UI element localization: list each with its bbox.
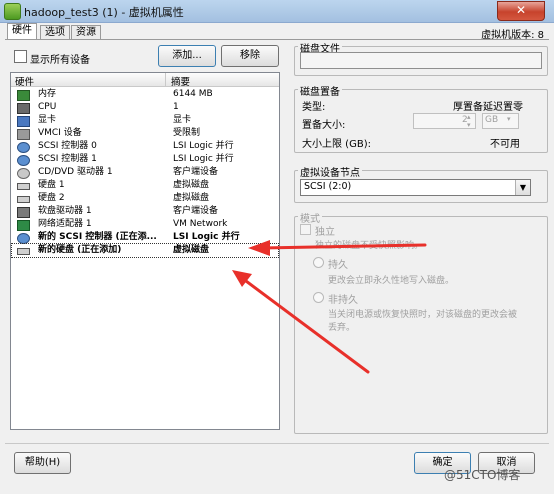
annotation-arrows — [232, 240, 427, 374]
arrow-line-upper — [260, 243, 427, 250]
arrow-line-lower — [240, 276, 370, 374]
arrow-head-upper — [248, 240, 270, 256]
